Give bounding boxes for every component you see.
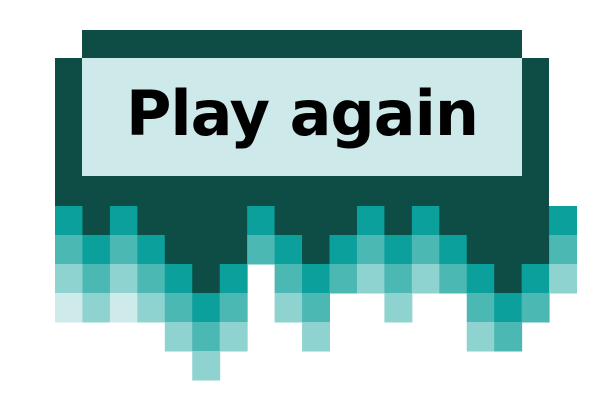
pixel-drip-extension	[466, 206, 495, 264]
pixel-drip-decoration	[55, 206, 578, 381]
pixel-drip-cell	[219, 264, 248, 294]
pixel-drip-cell	[55, 206, 83, 236]
pixel-drip-cell	[411, 264, 440, 294]
pixel-drip-extension	[274, 206, 303, 235]
pixel-drip-cell	[247, 206, 276, 236]
pixel-drip-cell	[549, 206, 578, 236]
pixel-drip-cell	[109, 264, 138, 294]
pixel-drip-cell	[466, 322, 495, 352]
pixel-drip-extension	[494, 206, 523, 293]
pixel-drip-cell	[137, 264, 166, 294]
pixel-drip-cell	[494, 322, 523, 352]
pixel-drip-cell	[439, 235, 468, 265]
pixel-drip-cell	[302, 322, 330, 352]
pixel-drip-extension	[192, 206, 221, 293]
pixel-drip-cell	[109, 235, 138, 265]
pixel-drip-cell	[192, 322, 221, 352]
pixel-drip-cell	[302, 293, 330, 323]
pixel-drip-cell	[329, 235, 358, 265]
pixel-drip-cell	[55, 293, 83, 323]
pixel-drip-cell	[137, 293, 166, 323]
pixel-drip-cell	[466, 293, 495, 323]
pixel-drip-cell	[219, 322, 248, 352]
pixel-drip-extension	[137, 206, 166, 235]
pixel-drip-cell	[384, 264, 413, 294]
pixel-drip-cell	[274, 293, 303, 323]
pixel-drip-extension	[521, 206, 550, 264]
play-again-button[interactable]: Play again	[0, 0, 605, 412]
pixel-drip-cell	[521, 293, 550, 323]
pixel-drip-cell	[439, 264, 468, 294]
pixel-drip-cell	[356, 206, 385, 236]
pixel-drip-cell	[494, 293, 523, 323]
pixel-drip-cell	[411, 235, 440, 265]
pixel-drip-extension	[219, 206, 248, 264]
pixel-drip-cell	[384, 235, 413, 265]
pixel-drip-cell	[192, 351, 221, 381]
pixel-drip-cell	[164, 264, 193, 294]
pixel-drip-extension	[302, 206, 330, 264]
pixel-drip-cell	[219, 293, 248, 323]
pixel-drip-cell	[82, 264, 111, 294]
pixel-drip-extension	[439, 206, 468, 235]
pixel-drip-cell	[274, 235, 303, 265]
pixel-drip-cell	[274, 264, 303, 294]
label-panel: Play again	[82, 58, 522, 176]
pixel-drip-cell	[411, 206, 440, 236]
play-again-label: Play again	[125, 77, 479, 150]
pixel-drip-cell	[164, 293, 193, 323]
pixel-drip-cell	[82, 293, 111, 323]
pixel-drip-cell	[55, 264, 83, 294]
frame-top-bar	[82, 30, 522, 58]
pixel-drip-cell	[356, 264, 385, 294]
pixel-drip-cell	[549, 264, 578, 294]
pixel-drip-cell	[137, 235, 166, 265]
pixel-drip-extension	[82, 206, 111, 235]
pixel-drip-cell	[192, 293, 221, 323]
pixel-drip-cell	[521, 264, 550, 294]
pixel-drip-cell	[384, 293, 413, 323]
pixel-drip-cell	[82, 235, 111, 265]
pixel-drip-cell	[55, 235, 83, 265]
pixel-drip-cell	[164, 322, 193, 352]
pixel-drip-cell	[247, 235, 276, 265]
pixel-drip-extension	[164, 206, 193, 264]
pixel-drip-cell	[109, 206, 138, 236]
pixel-drip-cell	[466, 264, 495, 294]
pixel-drip-cell	[549, 235, 578, 265]
pixel-drip-cell	[329, 264, 358, 294]
pixel-drip-cell	[109, 293, 138, 323]
pixel-drip-cell	[356, 235, 385, 265]
pixel-drip-extension	[329, 206, 358, 235]
pixel-drip-cell	[302, 264, 330, 294]
pixel-drip-extension	[384, 206, 413, 235]
